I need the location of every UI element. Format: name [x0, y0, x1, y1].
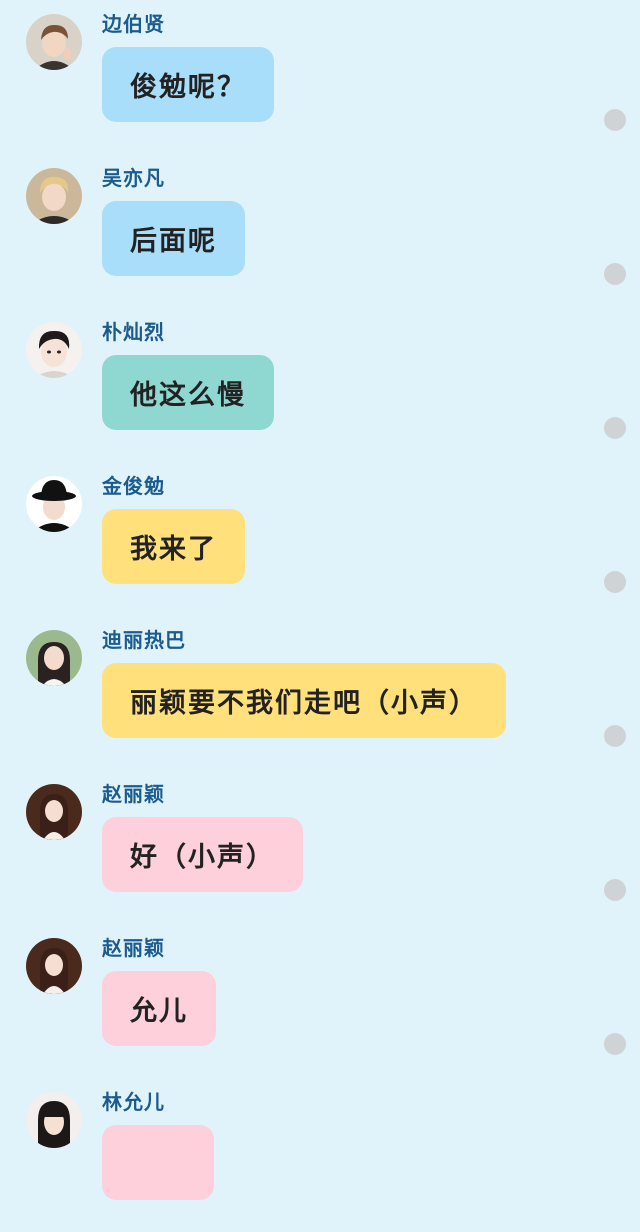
message-bubble[interactable]: 允儿 [102, 971, 216, 1046]
unread-dot [604, 263, 626, 285]
sender-name: 边伯贤 [102, 12, 165, 36]
chat-message-list[interactable]: 边伯贤 俊勉呢？ 吴亦凡 后面呢 朴灿烈 他这么慢 金俊勉 我来了 迪丽热巴 丽… [0, 0, 640, 1200]
chat-message: 赵丽颖 允儿 [0, 924, 640, 1078]
sender-name: 吴亦凡 [102, 166, 165, 190]
sender-name: 赵丽颖 [102, 782, 165, 806]
chat-message: 赵丽颖 好（小声） [0, 770, 640, 924]
avatar-girl-dress-icon[interactable] [26, 938, 82, 994]
unread-dot [604, 417, 626, 439]
sender-name: 朴灿烈 [102, 320, 165, 344]
avatar-boy-brown-hair-icon[interactable] [26, 14, 82, 70]
chat-message: 边伯贤 俊勉呢？ [0, 0, 640, 154]
message-bubble[interactable]: 丽颖要不我们走吧（小声） [102, 663, 506, 738]
chat-message: 金俊勉 我来了 [0, 462, 640, 616]
avatar-boy-black-hat-icon[interactable] [26, 476, 82, 532]
message-bubble[interactable]: 我来了 [102, 509, 245, 584]
sender-name: 金俊勉 [102, 474, 165, 498]
avatar-girl-long-hair-icon[interactable] [26, 630, 82, 686]
message-bubble[interactable]: 俊勉呢？ [102, 47, 274, 122]
unread-dot [604, 571, 626, 593]
unread-dot [604, 109, 626, 131]
message-bubble[interactable]: 他这么慢 [102, 355, 274, 430]
unread-dot [604, 725, 626, 747]
message-bubble[interactable] [102, 1125, 214, 1200]
avatar-boy-dark-hair-icon[interactable] [26, 322, 82, 378]
sender-name: 林允儿 [102, 1090, 165, 1114]
chat-message: 吴亦凡 后面呢 [0, 154, 640, 308]
message-bubble[interactable]: 后面呢 [102, 201, 245, 276]
message-bubble[interactable]: 好（小声） [102, 817, 303, 892]
chat-message: 迪丽热巴 丽颖要不我们走吧（小声） [0, 616, 640, 770]
chat-message: 林允儿 [0, 1078, 640, 1232]
sender-name: 迪丽热巴 [102, 628, 186, 652]
avatar-girl-bangs-icon[interactable] [26, 1092, 82, 1148]
unread-dot [604, 879, 626, 901]
unread-dot [604, 1033, 626, 1055]
avatar-boy-blond-hair-icon[interactable] [26, 168, 82, 224]
avatar-girl-dress-icon[interactable] [26, 784, 82, 840]
sender-name: 赵丽颖 [102, 936, 165, 960]
chat-message: 朴灿烈 他这么慢 [0, 308, 640, 462]
